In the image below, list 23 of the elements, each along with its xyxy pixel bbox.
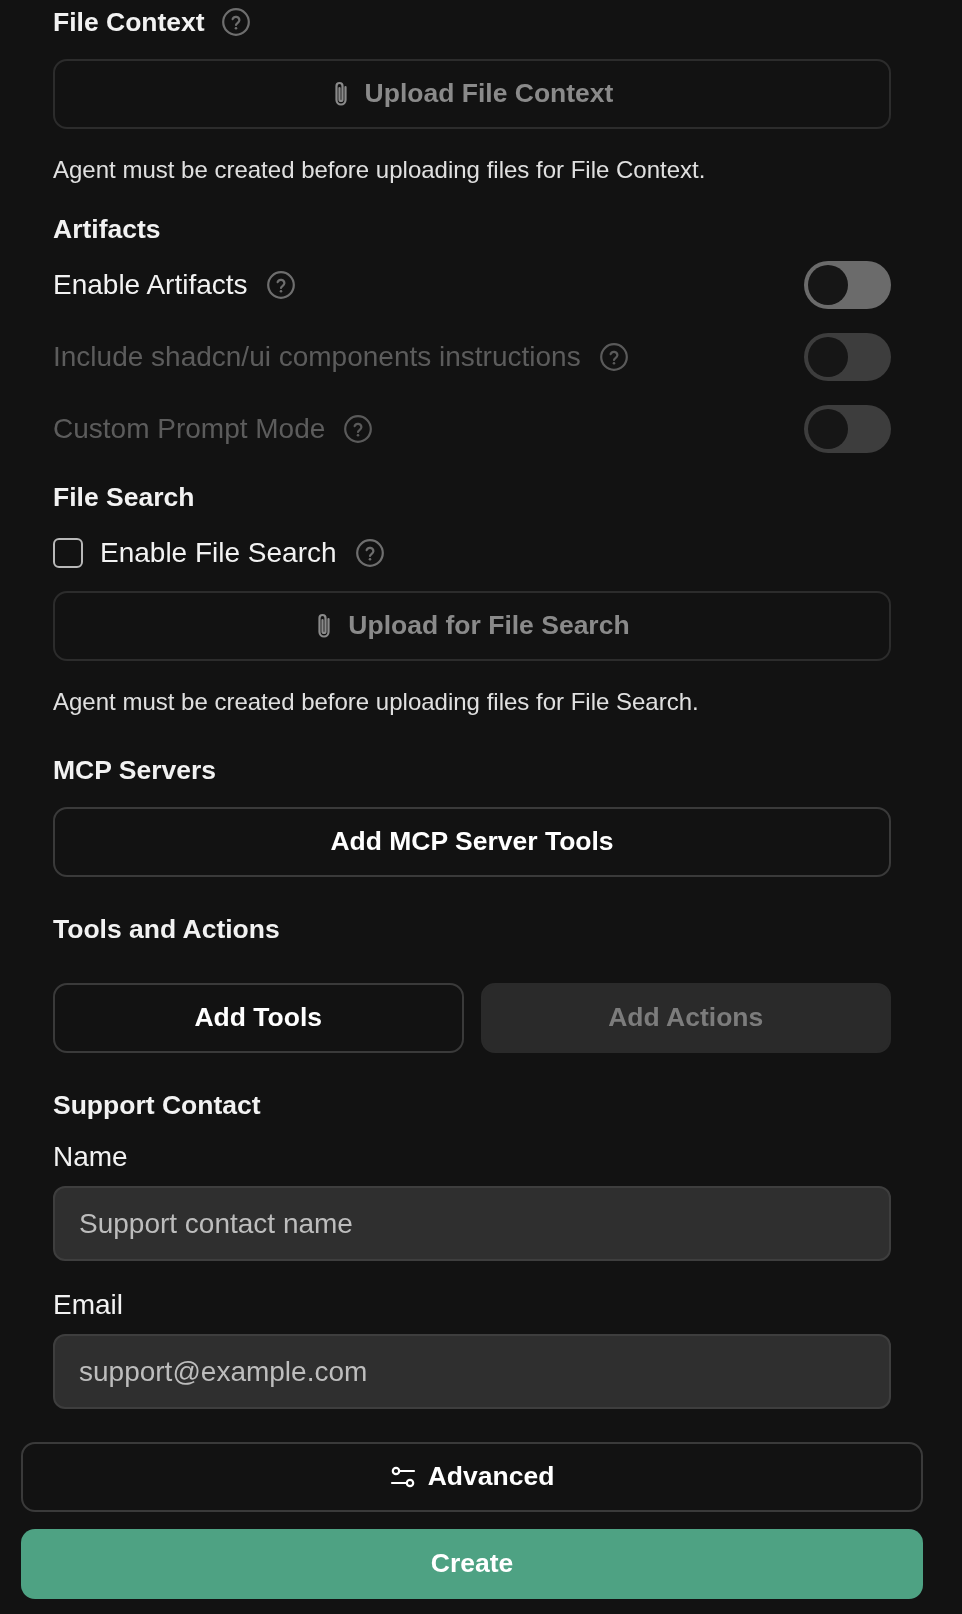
action-button[interactable]: Add Tools <box>53 983 464 1053</box>
advanced-button[interactable]: Advanced <box>21 1442 923 1512</box>
checkbox[interactable] <box>53 538 83 568</box>
option-label: Custom Prompt Mode <box>53 412 326 446</box>
sliders-icon <box>389 1464 416 1490</box>
checkbox-label: Enable File Search <box>100 536 337 570</box>
text-input[interactable]: Support contact name <box>53 1186 891 1261</box>
text-input[interactable]: support@example.com <box>53 1334 891 1409</box>
field-label: Name <box>53 1140 128 1174</box>
section-heading: File Search <box>53 481 195 513</box>
section-heading: Artifacts <box>53 213 161 245</box>
section-heading: Tools and Actions <box>53 913 280 945</box>
section-heading: File Context <box>53 6 205 38</box>
field-label: Email <box>53 1288 123 1322</box>
add-mcp-server-tools-button[interactable]: Add MCP Server Tools <box>53 807 891 877</box>
option-label: Include shadcn/ui components instructions <box>53 340 581 374</box>
helper-text: Agent must be created before uploading files for File Context. <box>53 155 707 185</box>
section-heading: MCP Servers <box>53 754 217 786</box>
toggle-switch[interactable] <box>804 261 891 309</box>
create-button[interactable]: Create <box>21 1529 923 1599</box>
option-label: Enable Artifacts <box>53 268 248 302</box>
section-heading: Support Contact <box>53 1089 261 1121</box>
helper-text: Agent must be created before uploading files for File Search. <box>53 687 700 717</box>
